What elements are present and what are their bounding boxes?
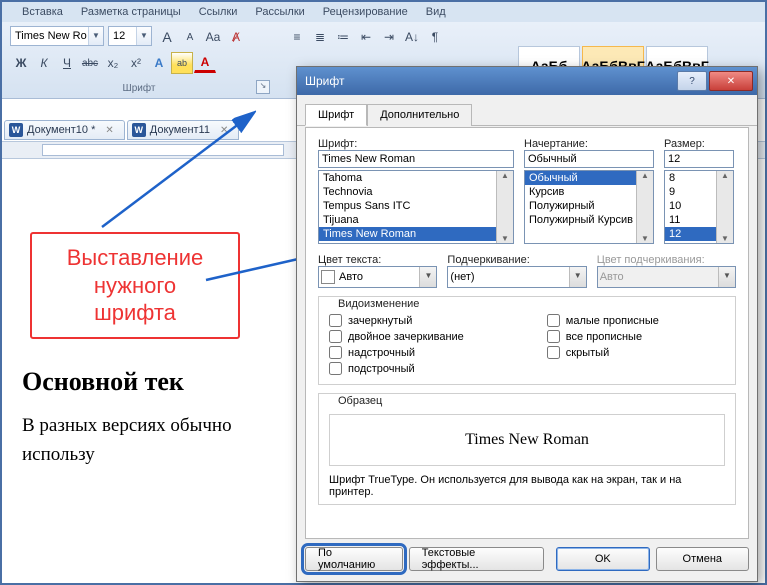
size-input[interactable] bbox=[664, 150, 734, 168]
chevron-down-icon: ▼ bbox=[718, 267, 735, 287]
underline-color-combo: Авто▼ bbox=[597, 266, 736, 288]
ucolor-label: Цвет подчеркивания: bbox=[597, 254, 736, 266]
chevron-down-icon[interactable]: ▼ bbox=[569, 267, 586, 287]
color-label: Цвет текста: bbox=[318, 254, 437, 266]
close-button[interactable]: ✕ bbox=[709, 71, 753, 91]
dstrike-check[interactable]: двойное зачеркивание bbox=[329, 330, 547, 343]
font-dialog: Шрифт ? ✕ Шрифт Дополнительно Шрифт: Tah… bbox=[296, 66, 758, 582]
strike-check[interactable]: зачеркнутый bbox=[329, 314, 547, 327]
underline-label: Подчеркивание: bbox=[447, 254, 586, 266]
dialog-buttons: По умолчанию Текстовые эффекты... OK Отм… bbox=[305, 545, 749, 573]
smallcaps-check[interactable]: малые прописные bbox=[547, 314, 659, 327]
font-input[interactable] bbox=[318, 150, 514, 168]
default-button[interactable]: По умолчанию bbox=[305, 547, 403, 571]
dialog-title: Шрифт bbox=[305, 74, 344, 88]
tab-font[interactable]: Шрифт bbox=[305, 104, 367, 126]
font-label: Шрифт: bbox=[318, 138, 514, 150]
sample-group: Образец Times New Roman Шрифт TrueType. … bbox=[318, 393, 736, 505]
allcaps-check[interactable]: все прописные bbox=[547, 330, 659, 343]
scrollbar[interactable] bbox=[716, 171, 733, 243]
font-color-combo[interactable]: Авто▼ bbox=[318, 266, 437, 288]
help-button[interactable]: ? bbox=[677, 71, 707, 91]
superscript-check[interactable]: надстрочный bbox=[329, 346, 547, 359]
dialog-panel: Шрифт: Tahoma Technovia Tempus Sans ITC … bbox=[305, 127, 749, 539]
scrollbar[interactable] bbox=[496, 171, 513, 243]
style-listbox[interactable]: Обычный Курсив Полужирный Полужирный Кур… bbox=[524, 170, 654, 244]
font-listbox[interactable]: Tahoma Technovia Tempus Sans ITC Tijuana… bbox=[318, 170, 514, 244]
size-label: Размер: bbox=[664, 138, 734, 150]
style-input[interactable] bbox=[524, 150, 654, 168]
style-label: Начертание: bbox=[524, 138, 654, 150]
scrollbar[interactable] bbox=[636, 171, 653, 243]
hidden-check[interactable]: скрытый bbox=[547, 346, 659, 359]
sample-note: Шрифт TrueType. Он используется для выво… bbox=[329, 474, 725, 498]
size-listbox[interactable]: 8 9 10 11 12 bbox=[664, 170, 734, 244]
subscript-check[interactable]: подстрочный bbox=[329, 362, 547, 375]
dialog-tabs: Шрифт Дополнительно bbox=[297, 95, 757, 126]
cancel-button[interactable]: Отмена bbox=[656, 547, 749, 571]
sample-preview: Times New Roman bbox=[329, 414, 725, 466]
underline-combo[interactable]: (нет)▼ bbox=[447, 266, 586, 288]
chevron-down-icon[interactable]: ▼ bbox=[419, 267, 436, 287]
tab-advanced[interactable]: Дополнительно bbox=[367, 104, 472, 126]
ok-button[interactable]: OK bbox=[556, 547, 649, 571]
text-effects-button[interactable]: Текстовые эффекты... bbox=[409, 547, 544, 571]
titlebar[interactable]: Шрифт ? ✕ bbox=[297, 67, 757, 95]
effects-group: Видоизменение зачеркнутый двойное зачерк… bbox=[318, 296, 736, 385]
